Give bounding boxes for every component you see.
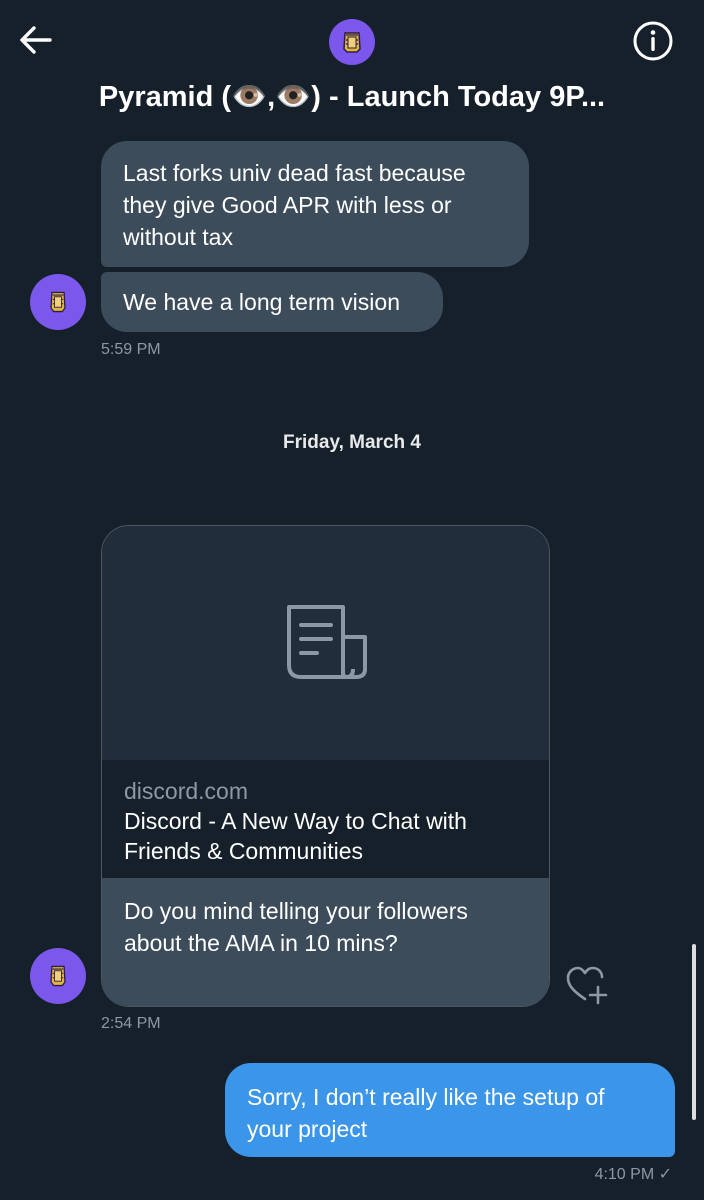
message-text: Do you mind telling your followers about… xyxy=(102,878,549,1006)
link-title: Discord - A New Way to Chat with Friends… xyxy=(124,808,467,864)
link-preview-meta: discord.com Discord - A New Way to Chat … xyxy=(102,760,549,878)
message-timestamp: 4:10 PM ✓ xyxy=(594,1166,672,1183)
conversation-avatar[interactable] xyxy=(329,19,375,65)
link-preview-image xyxy=(102,526,549,761)
scrollbar[interactable] xyxy=(692,944,696,1120)
message-text: Last forks univ dead fast because they g… xyxy=(123,160,466,250)
message-text: We have a long term vision xyxy=(123,289,400,315)
arrow-left-icon xyxy=(20,26,52,54)
info-button[interactable] xyxy=(632,20,674,62)
message-bubble[interactable]: Last forks univ dead fast because they g… xyxy=(101,141,529,267)
message-bubble[interactable]: We have a long term vision xyxy=(101,272,443,332)
react-button[interactable] xyxy=(565,965,609,1005)
conversation-title[interactable]: Pyramid (👁️,👁️) - Launch Today 9P... xyxy=(40,80,664,114)
heart-plus-icon xyxy=(566,966,608,1005)
link-preview-card[interactable]: discord.com Discord - A New Way to Chat … xyxy=(101,525,550,1007)
day-separator: Friday, March 4 xyxy=(283,432,421,453)
message-timestamp: 2:54 PM xyxy=(101,1015,161,1032)
sender-avatar[interactable] xyxy=(30,274,86,330)
pharaoh-avatar-icon xyxy=(50,965,66,987)
sender-avatar[interactable] xyxy=(30,948,86,1004)
pharaoh-avatar-icon xyxy=(50,291,66,313)
message-text: Sorry, I don’t really like the setup of … xyxy=(247,1084,605,1142)
info-icon xyxy=(633,21,673,61)
link-domain: discord.com xyxy=(124,778,248,804)
message-timestamp: 5:59 PM xyxy=(101,341,161,358)
pharaoh-avatar-icon xyxy=(329,19,375,65)
back-button[interactable] xyxy=(16,20,56,60)
document-icon xyxy=(287,605,367,679)
message-bubble-outgoing[interactable]: Sorry, I don’t really like the setup of … xyxy=(225,1063,675,1157)
